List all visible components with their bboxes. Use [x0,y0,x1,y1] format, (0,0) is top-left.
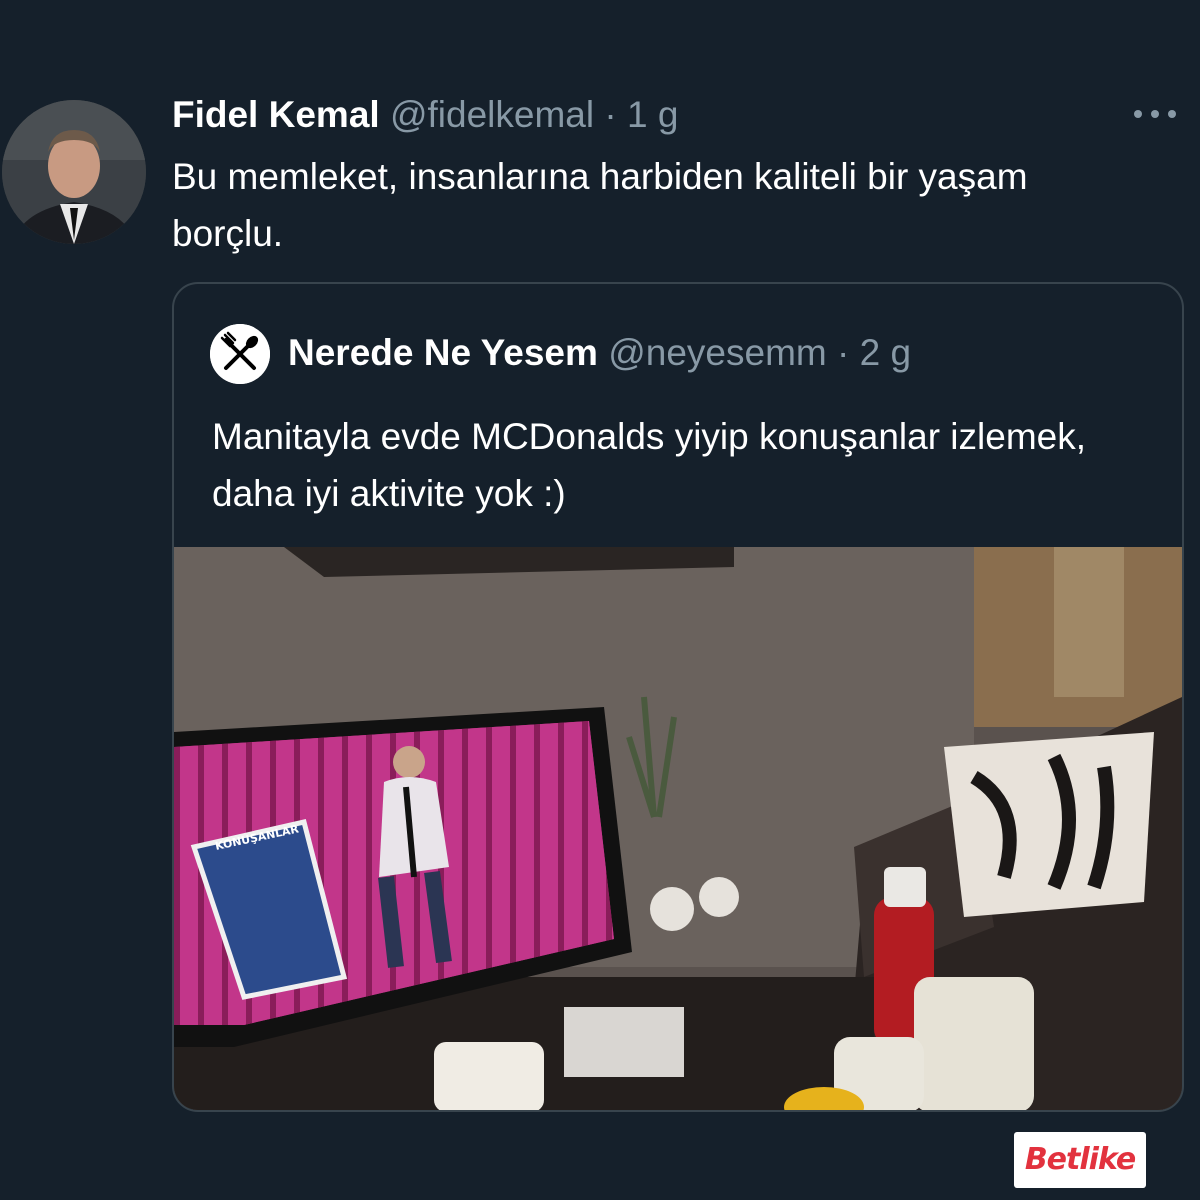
quoted-author-avatar[interactable] [210,324,270,384]
author-avatar[interactable] [2,100,146,244]
author-handle[interactable]: @fidelkemal [390,94,594,135]
quoted-tweet-time[interactable]: 2 g [860,332,911,373]
quoted-author-handle[interactable]: @neyesemm [608,332,827,373]
quoted-tweet-text: Manitayla evde MCDonalds yiyip konuşanla… [212,416,1086,514]
separator: · [604,94,617,135]
quoted-tweet-photo[interactable]: KONUŞANLAR [174,547,1182,1110]
tweet-time[interactable]: 1 g [627,94,678,135]
tweet-header: Fidel Kemal @fidelkemal · 1 g [172,92,678,138]
tweet-text: Bu memleket, insanlarına harbiden kalite… [172,156,1028,254]
quoted-tweet-header: Nerede Ne Yesem @neyesemm · 2 g [288,330,911,376]
author-name[interactable]: Fidel Kemal [172,94,380,135]
fork-spoon-icon [210,324,270,384]
separator: · [837,332,850,373]
more-horizontal-icon[interactable] [1130,102,1180,126]
betlike-logo: Betlike [1014,1132,1146,1188]
quoted-author-name[interactable]: Nerede Ne Yesem [288,332,598,373]
tweet[interactable]: Fidel Kemal @fidelkemal · 1 g Bu memleke… [0,0,1200,1200]
quoted-tweet[interactable]: Nerede Ne Yesem @neyesemm · 2 g Manitayl… [172,282,1184,1112]
